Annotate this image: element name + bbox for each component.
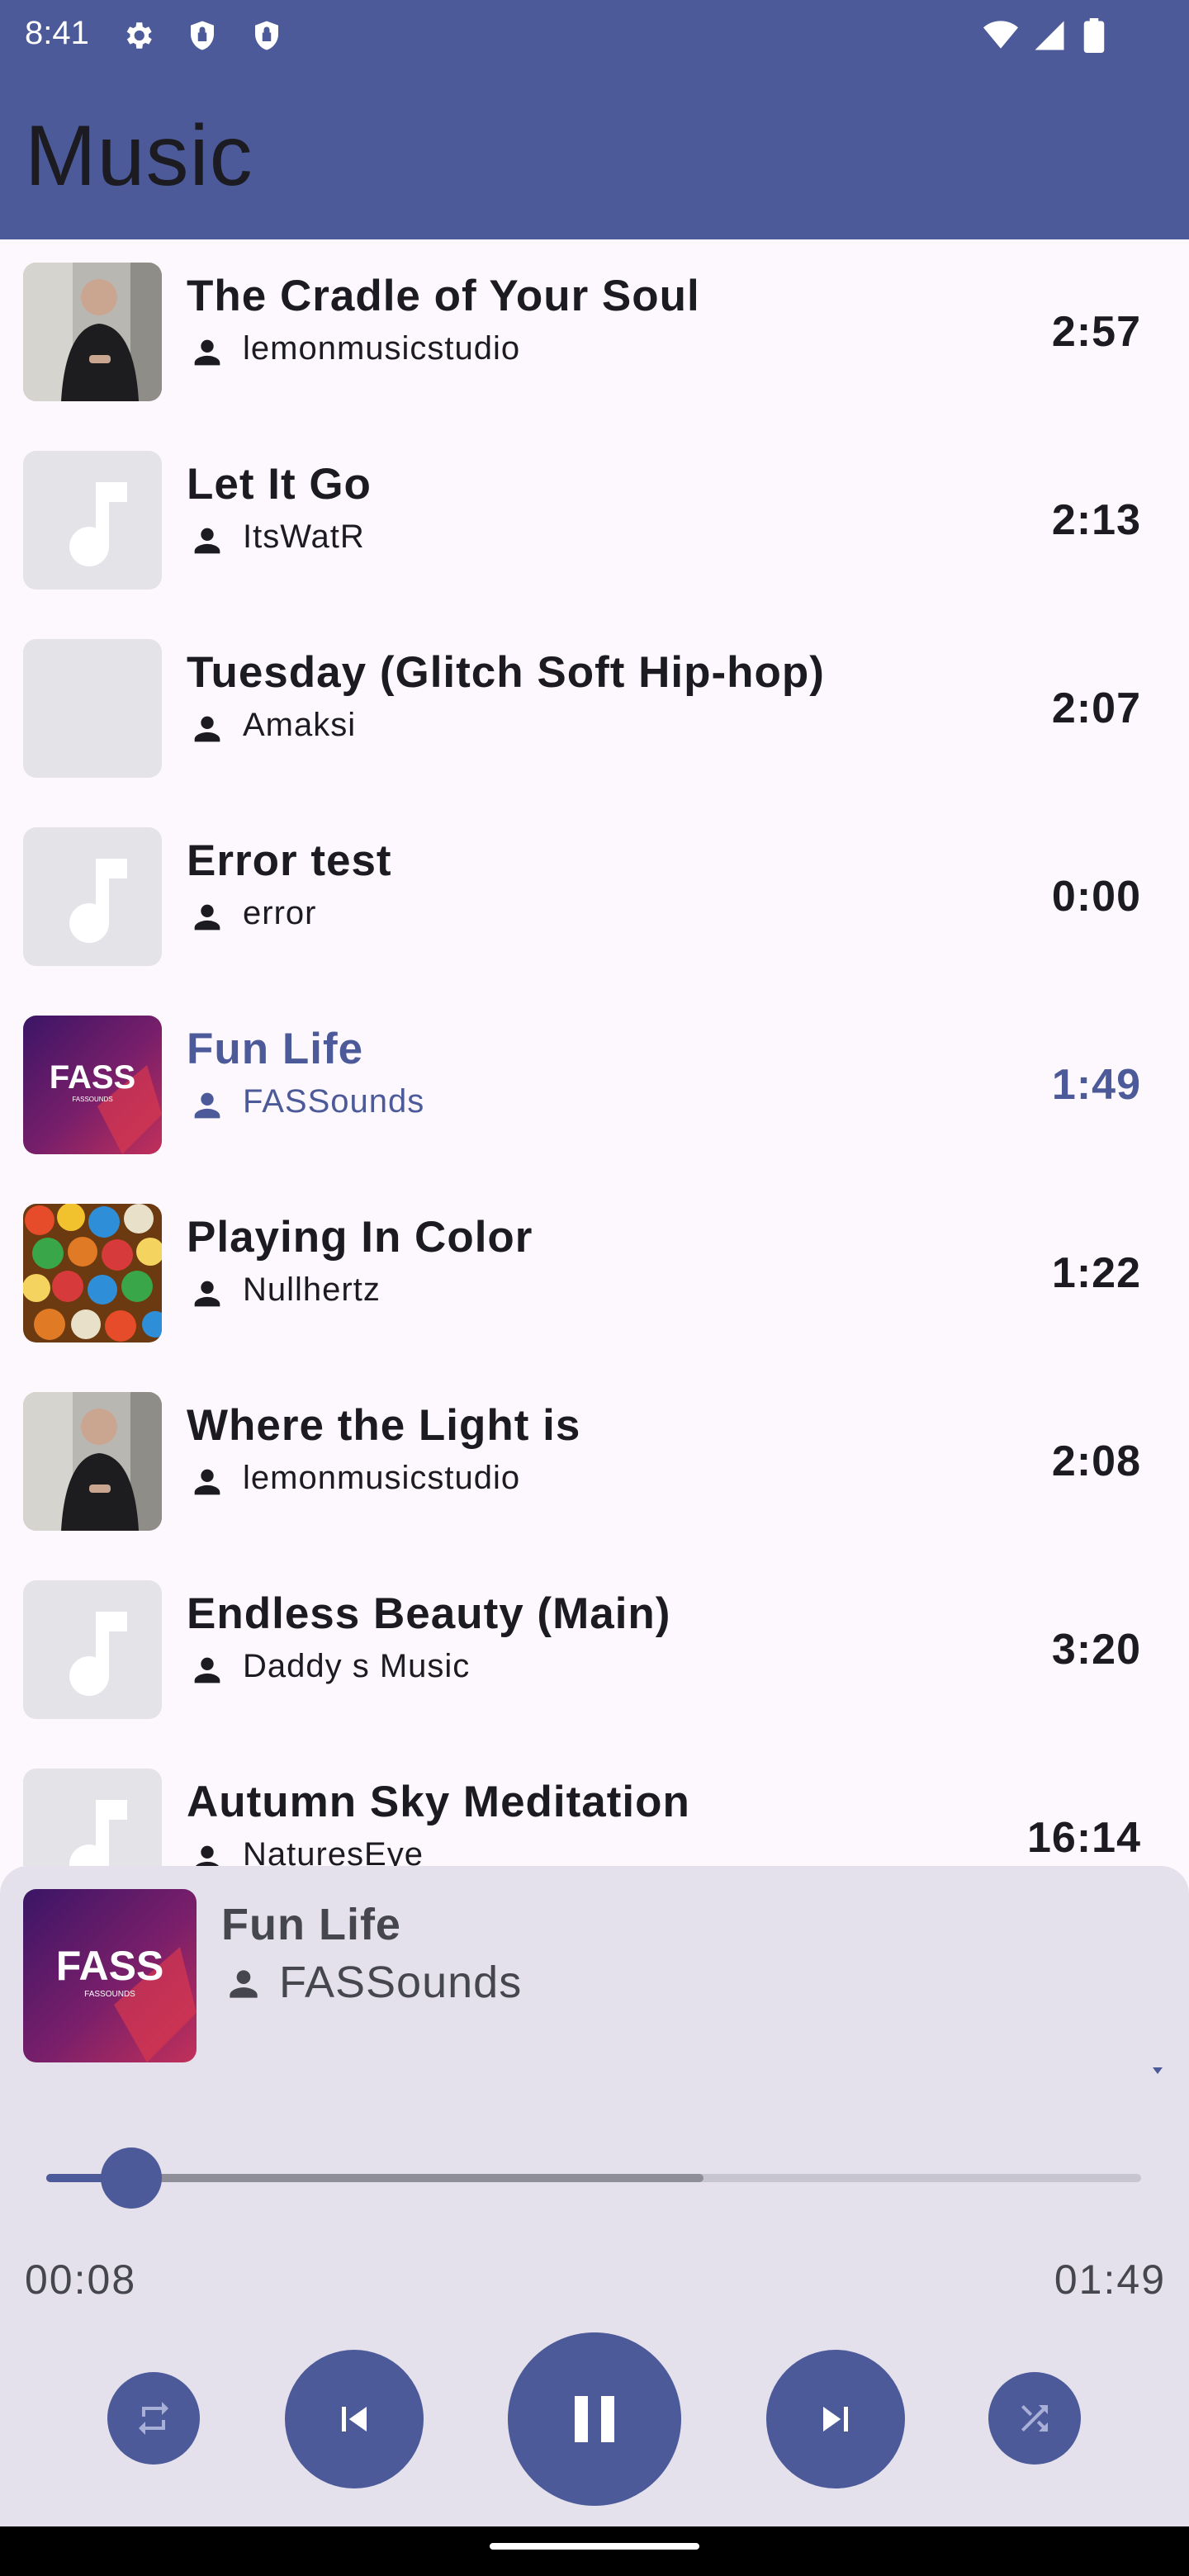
page-title: Music: [25, 108, 253, 204]
album-art: [23, 1204, 162, 1342]
song-artist: lemonmusicstudio: [243, 330, 521, 367]
chevron-down-icon[interactable]: [1153, 2067, 1163, 2074]
song-duration: 1:22: [1051, 1249, 1141, 1297]
song-title: Where the Light is: [187, 1401, 581, 1450]
song-row[interactable]: Playing In Color Nullhertz 1:22: [0, 1181, 1189, 1369]
seek-handle[interactable]: [101, 2147, 163, 2209]
album-art: [23, 1392, 162, 1531]
song-title: Playing In Color: [187, 1213, 533, 1262]
person-icon: [194, 1469, 220, 1495]
logo-text: FASS: [50, 1059, 135, 1096]
song-row[interactable]: Autumn Sky Meditation NaturesEye 16:14: [0, 1745, 1189, 1866]
person-icon: [230, 1970, 258, 1998]
person-icon: [194, 904, 220, 930]
song-row[interactable]: The Cradle of Your Soul lemonmusicstudio…: [0, 239, 1189, 428]
previous-button[interactable]: [285, 2350, 424, 2488]
person-icon: [196, 1845, 219, 1866]
song-list[interactable]: The Cradle of Your Soul lemonmusicstudio…: [0, 239, 1189, 1866]
music-note-icon: [23, 827, 162, 966]
person-icon: [194, 1657, 220, 1683]
repeat-icon: [139, 2402, 168, 2435]
logo-subtext: FASSOUNDS: [84, 1990, 135, 1999]
person-icon: [194, 1092, 220, 1119]
album-art: [23, 263, 162, 401]
song-title: The Cradle of Your Soul: [187, 272, 700, 320]
person-icon: [194, 716, 220, 742]
song-duration: 3:20: [1051, 1626, 1141, 1674]
song-artist: lemonmusicstudio: [243, 1460, 521, 1496]
shield-icon: [191, 21, 214, 50]
song-row[interactable]: Tuesday (Glitch Soft Hip-hop) Amaksi 2:0…: [0, 616, 1189, 804]
music-note-icon: [23, 451, 162, 590]
song-title: Tuesday (Glitch Soft Hip-hop): [187, 648, 825, 697]
next-button[interactable]: [766, 2350, 905, 2488]
system-navigation-bar: [0, 2526, 1189, 2576]
status-time: 8:41: [25, 15, 89, 51]
total-time: 01:49: [1054, 2256, 1166, 2303]
skip-next-icon: [823, 2407, 848, 2432]
pause-button[interactable]: [508, 2332, 681, 2506]
battery-icon: [1083, 18, 1105, 53]
song-duration: 2:08: [1051, 1437, 1141, 1485]
now-playing-artist: FASSounds: [279, 1958, 523, 2007]
album-art: FASS FASSOUNDS: [23, 1016, 162, 1154]
song-row[interactable]: Let It Go ItsWatR 2:13: [0, 428, 1189, 616]
logo-subtext: FASSOUNDS: [72, 1096, 112, 1103]
shield-icon: [255, 21, 278, 50]
album-art-placeholder: [23, 639, 162, 778]
gear-icon: [126, 22, 152, 49]
song-duration: 16:14: [1027, 1814, 1141, 1862]
song-artist: FASSounds: [243, 1083, 425, 1120]
app-header: 8:41 Music: [0, 0, 1189, 239]
song-duration: 0:00: [1051, 873, 1141, 921]
song-row-active[interactable]: FASS FASSOUNDS Fun Life FASSounds 1:49: [0, 992, 1189, 1181]
song-title: Autumn Sky Meditation: [187, 1778, 690, 1826]
song-artist: ItsWatR: [243, 519, 365, 555]
now-playing-panel[interactable]: FASS FASSOUNDS Fun Life FASSounds 00:08 0…: [0, 1866, 1189, 2526]
wifi-icon: [983, 21, 1018, 49]
shuffle-icon: [1021, 2405, 1048, 2432]
person-icon: [194, 339, 220, 366]
song-row[interactable]: Where the Light is lemonmusicstudio 2:08: [0, 1369, 1189, 1557]
song-title: Let It Go: [187, 460, 372, 509]
seek-bar[interactable]: [46, 2147, 1141, 2209]
song-artist: Nullhertz: [243, 1271, 381, 1308]
song-artist: error: [243, 895, 317, 931]
music-note-icon: [23, 1769, 162, 1866]
song-duration: 1:49: [1051, 1061, 1141, 1109]
shuffle-button[interactable]: [988, 2372, 1081, 2465]
song-row[interactable]: Endless Beauty (Main) Daddy s Music 3:20: [0, 1557, 1189, 1745]
now-playing-art: FASS FASSOUNDS: [23, 1889, 197, 2062]
song-duration: 2:07: [1051, 684, 1141, 732]
skip-previous-icon: [342, 2407, 367, 2432]
song-title: Fun Life: [187, 1025, 364, 1073]
repeat-button[interactable]: [107, 2372, 200, 2465]
current-time: 00:08: [25, 2256, 137, 2303]
song-duration: 2:57: [1051, 308, 1141, 356]
song-duration: 2:13: [1051, 496, 1141, 544]
song-row[interactable]: Error test error 0:00: [0, 804, 1189, 992]
signal-icon: [1035, 21, 1064, 50]
song-artist: Daddy s Music: [243, 1648, 471, 1684]
song-title: Error test: [187, 836, 392, 885]
song-artist: Amaksi: [243, 707, 357, 743]
person-icon: [194, 528, 220, 554]
music-note-icon: [23, 1580, 162, 1719]
song-title: Endless Beauty (Main): [187, 1589, 671, 1638]
home-gesture-handle[interactable]: [490, 2543, 699, 2550]
now-playing-title: Fun Life: [221, 1900, 401, 1949]
person-icon: [194, 1281, 220, 1307]
pause-icon: [575, 2396, 614, 2442]
song-artist: NaturesEye: [243, 1836, 424, 1866]
logo-text: FASS: [56, 1943, 164, 1989]
status-bar: 8:41: [0, 0, 1189, 69]
